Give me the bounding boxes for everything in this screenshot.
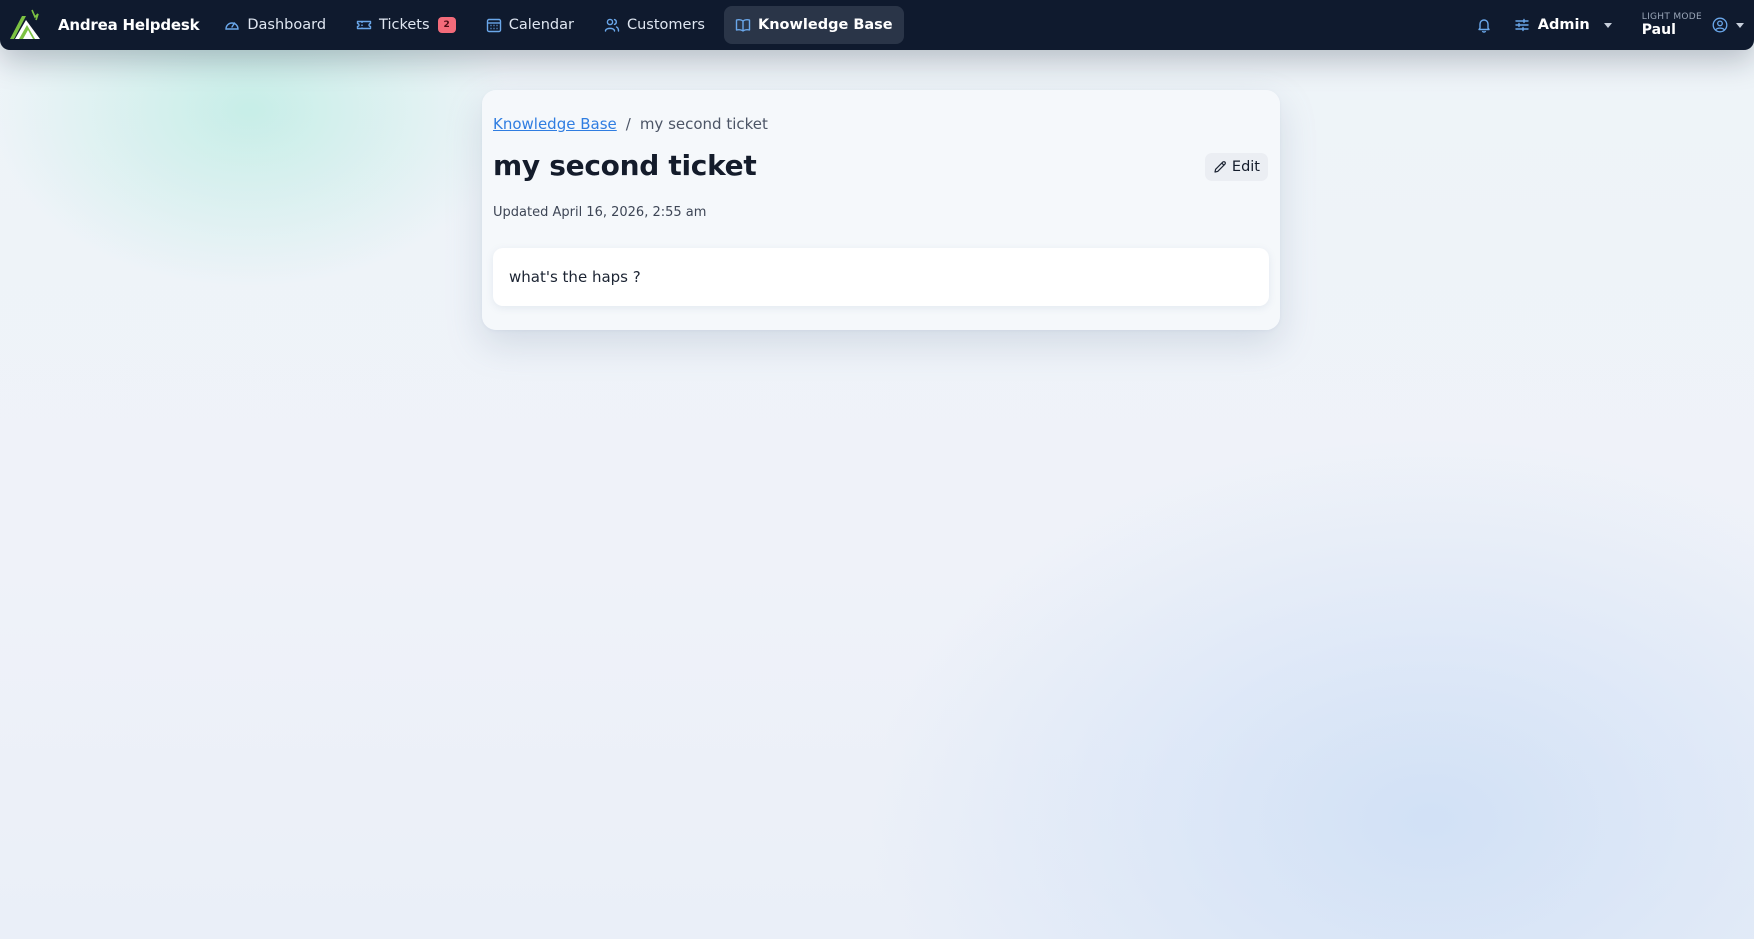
helpdesk-logo-icon (10, 9, 40, 39)
nav-label-calendar: Calendar (508, 17, 574, 33)
edit-button[interactable]: Edit (1204, 153, 1268, 181)
updated-timestamp: Updated April 16, 2026, 2:55 am (493, 205, 707, 220)
nav-item-tickets[interactable]: Tickets 2 (345, 6, 467, 44)
chevron-down-icon (1603, 22, 1612, 28)
nav-label-customers: Customers (626, 17, 705, 33)
user-info: LIGHT MODE Paul (1641, 12, 1702, 38)
nav-item-dashboard[interactable]: Dashboard (213, 6, 337, 44)
article-card: Knowledge Base / my second ticket my secon… (482, 90, 1280, 330)
nav-item-calendar[interactable]: Calendar (475, 6, 585, 44)
edit-button-label: Edit (1231, 159, 1260, 175)
breadcrumb-current: my second ticket (639, 115, 768, 133)
main-nav: Dashboard Tickets 2 Calendar Customers K… (213, 0, 911, 50)
ticket-icon (356, 20, 372, 30)
nav-label-knowledge-base: Knowledge Base (757, 17, 893, 33)
nav-item-knowledge-base[interactable]: Knowledge Base (723, 6, 904, 44)
breadcrumb-knowledge-base-link[interactable]: Knowledge Base (493, 115, 617, 133)
calendar-icon (486, 18, 501, 33)
page-title: my second ticket (493, 149, 757, 182)
notifications-bell-icon[interactable] (1476, 17, 1492, 33)
breadcrumb: Knowledge Base / my second ticket (493, 115, 768, 133)
article-body-text: what's the haps ? (509, 268, 641, 286)
user-avatar-icon (1712, 17, 1728, 33)
nav-label-tickets: Tickets (379, 17, 430, 33)
brand[interactable]: Andrea Helpdesk (8, 0, 200, 50)
sliders-icon (1515, 18, 1529, 32)
admin-label: Admin (1537, 17, 1590, 33)
book-icon (735, 19, 751, 32)
nav-item-customers[interactable]: Customers (593, 6, 716, 44)
breadcrumb-separator: / (625, 115, 631, 133)
nav-label-dashboard: Dashboard (247, 17, 327, 33)
tickets-count-badge: 2 (437, 17, 456, 33)
nav-right-group: Admin LIGHT MODE Paul (1476, 0, 1754, 50)
users-icon (604, 18, 620, 32)
user-name: Paul (1641, 22, 1676, 38)
dashboard-gauge-icon (225, 22, 240, 30)
theme-mode-label: LIGHT MODE (1641, 12, 1702, 22)
chevron-down-icon (1736, 22, 1744, 28)
user-menu[interactable]: LIGHT MODE Paul (1642, 13, 1744, 37)
admin-menu[interactable]: Admin (1514, 17, 1612, 33)
pencil-icon (1214, 161, 1226, 173)
brand-name: Andrea Helpdesk (58, 16, 200, 34)
article-body: what's the haps ? (493, 248, 1269, 306)
top-navbar: Andrea Helpdesk Dashboard Tickets 2 Cale… (0, 0, 1754, 50)
